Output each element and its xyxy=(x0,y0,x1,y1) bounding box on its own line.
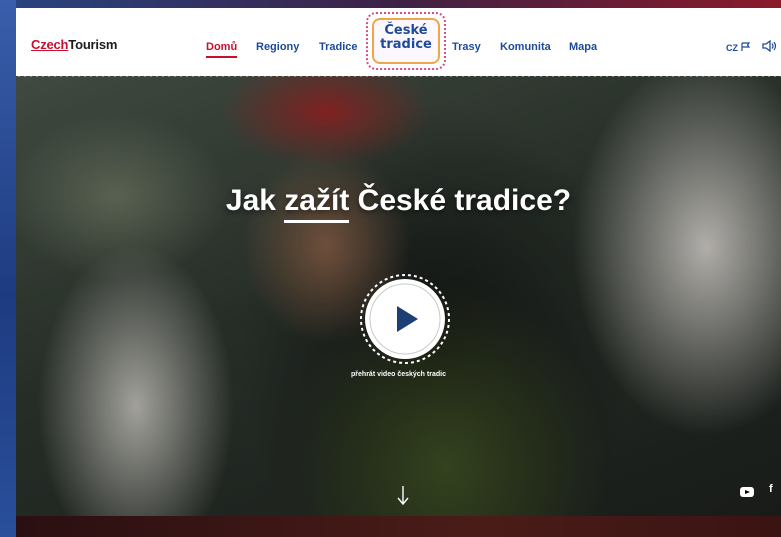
nav-item-trasy[interactable]: Trasy xyxy=(452,41,481,53)
nav-item-komunita[interactable]: Komunita xyxy=(500,41,551,53)
nav-item-mapa[interactable]: Mapa xyxy=(569,41,597,53)
logo-line-2: tradice xyxy=(380,37,432,52)
next-section-preview xyxy=(16,516,781,537)
arrow-down-icon[interactable] xyxy=(396,484,410,508)
brand-part-czech: Czech xyxy=(31,37,69,52)
brand-part-tourism: Tourism xyxy=(68,37,118,52)
website-viewport: CzechTourism Domů Regiony Tradice České … xyxy=(16,8,781,537)
hero-title-suffix: České tradice? xyxy=(349,184,572,217)
flag-icon xyxy=(740,42,750,51)
youtube-icon[interactable] xyxy=(740,487,754,497)
desktop-frame-top xyxy=(16,0,781,8)
lace-border xyxy=(16,74,781,80)
nav-item-regiony[interactable]: Regiony xyxy=(256,41,299,53)
hero-title-prefix: Jak xyxy=(225,184,285,217)
nav-item-tradice[interactable]: Tradice xyxy=(319,41,358,53)
play-video-button[interactable] xyxy=(358,272,452,366)
top-navigation: CzechTourism Domů Regiony Tradice České … xyxy=(16,8,781,76)
hero-video-section: Jak zažít České tradice? přehrát video č… xyxy=(16,76,781,516)
czechtourism-logo[interactable]: CzechTourism xyxy=(31,37,117,52)
hero-title: Jak zažít České tradice? xyxy=(16,184,781,218)
facebook-icon[interactable]: f xyxy=(769,483,773,495)
language-switcher[interactable]: CZ xyxy=(726,42,750,53)
hero-title-emphasis: zažít xyxy=(284,184,350,217)
language-code: CZ xyxy=(726,43,738,53)
logo-line-1: České xyxy=(384,23,428,38)
play-video-label[interactable]: přehrát video českých tradic xyxy=(16,371,781,378)
nav-item-domu[interactable]: Domů xyxy=(206,41,238,58)
desktop-frame-left xyxy=(0,0,16,537)
logo-text: České tradice xyxy=(368,24,444,52)
ceske-tradice-logo[interactable]: České tradice xyxy=(366,12,446,70)
speaker-icon[interactable] xyxy=(761,39,779,53)
